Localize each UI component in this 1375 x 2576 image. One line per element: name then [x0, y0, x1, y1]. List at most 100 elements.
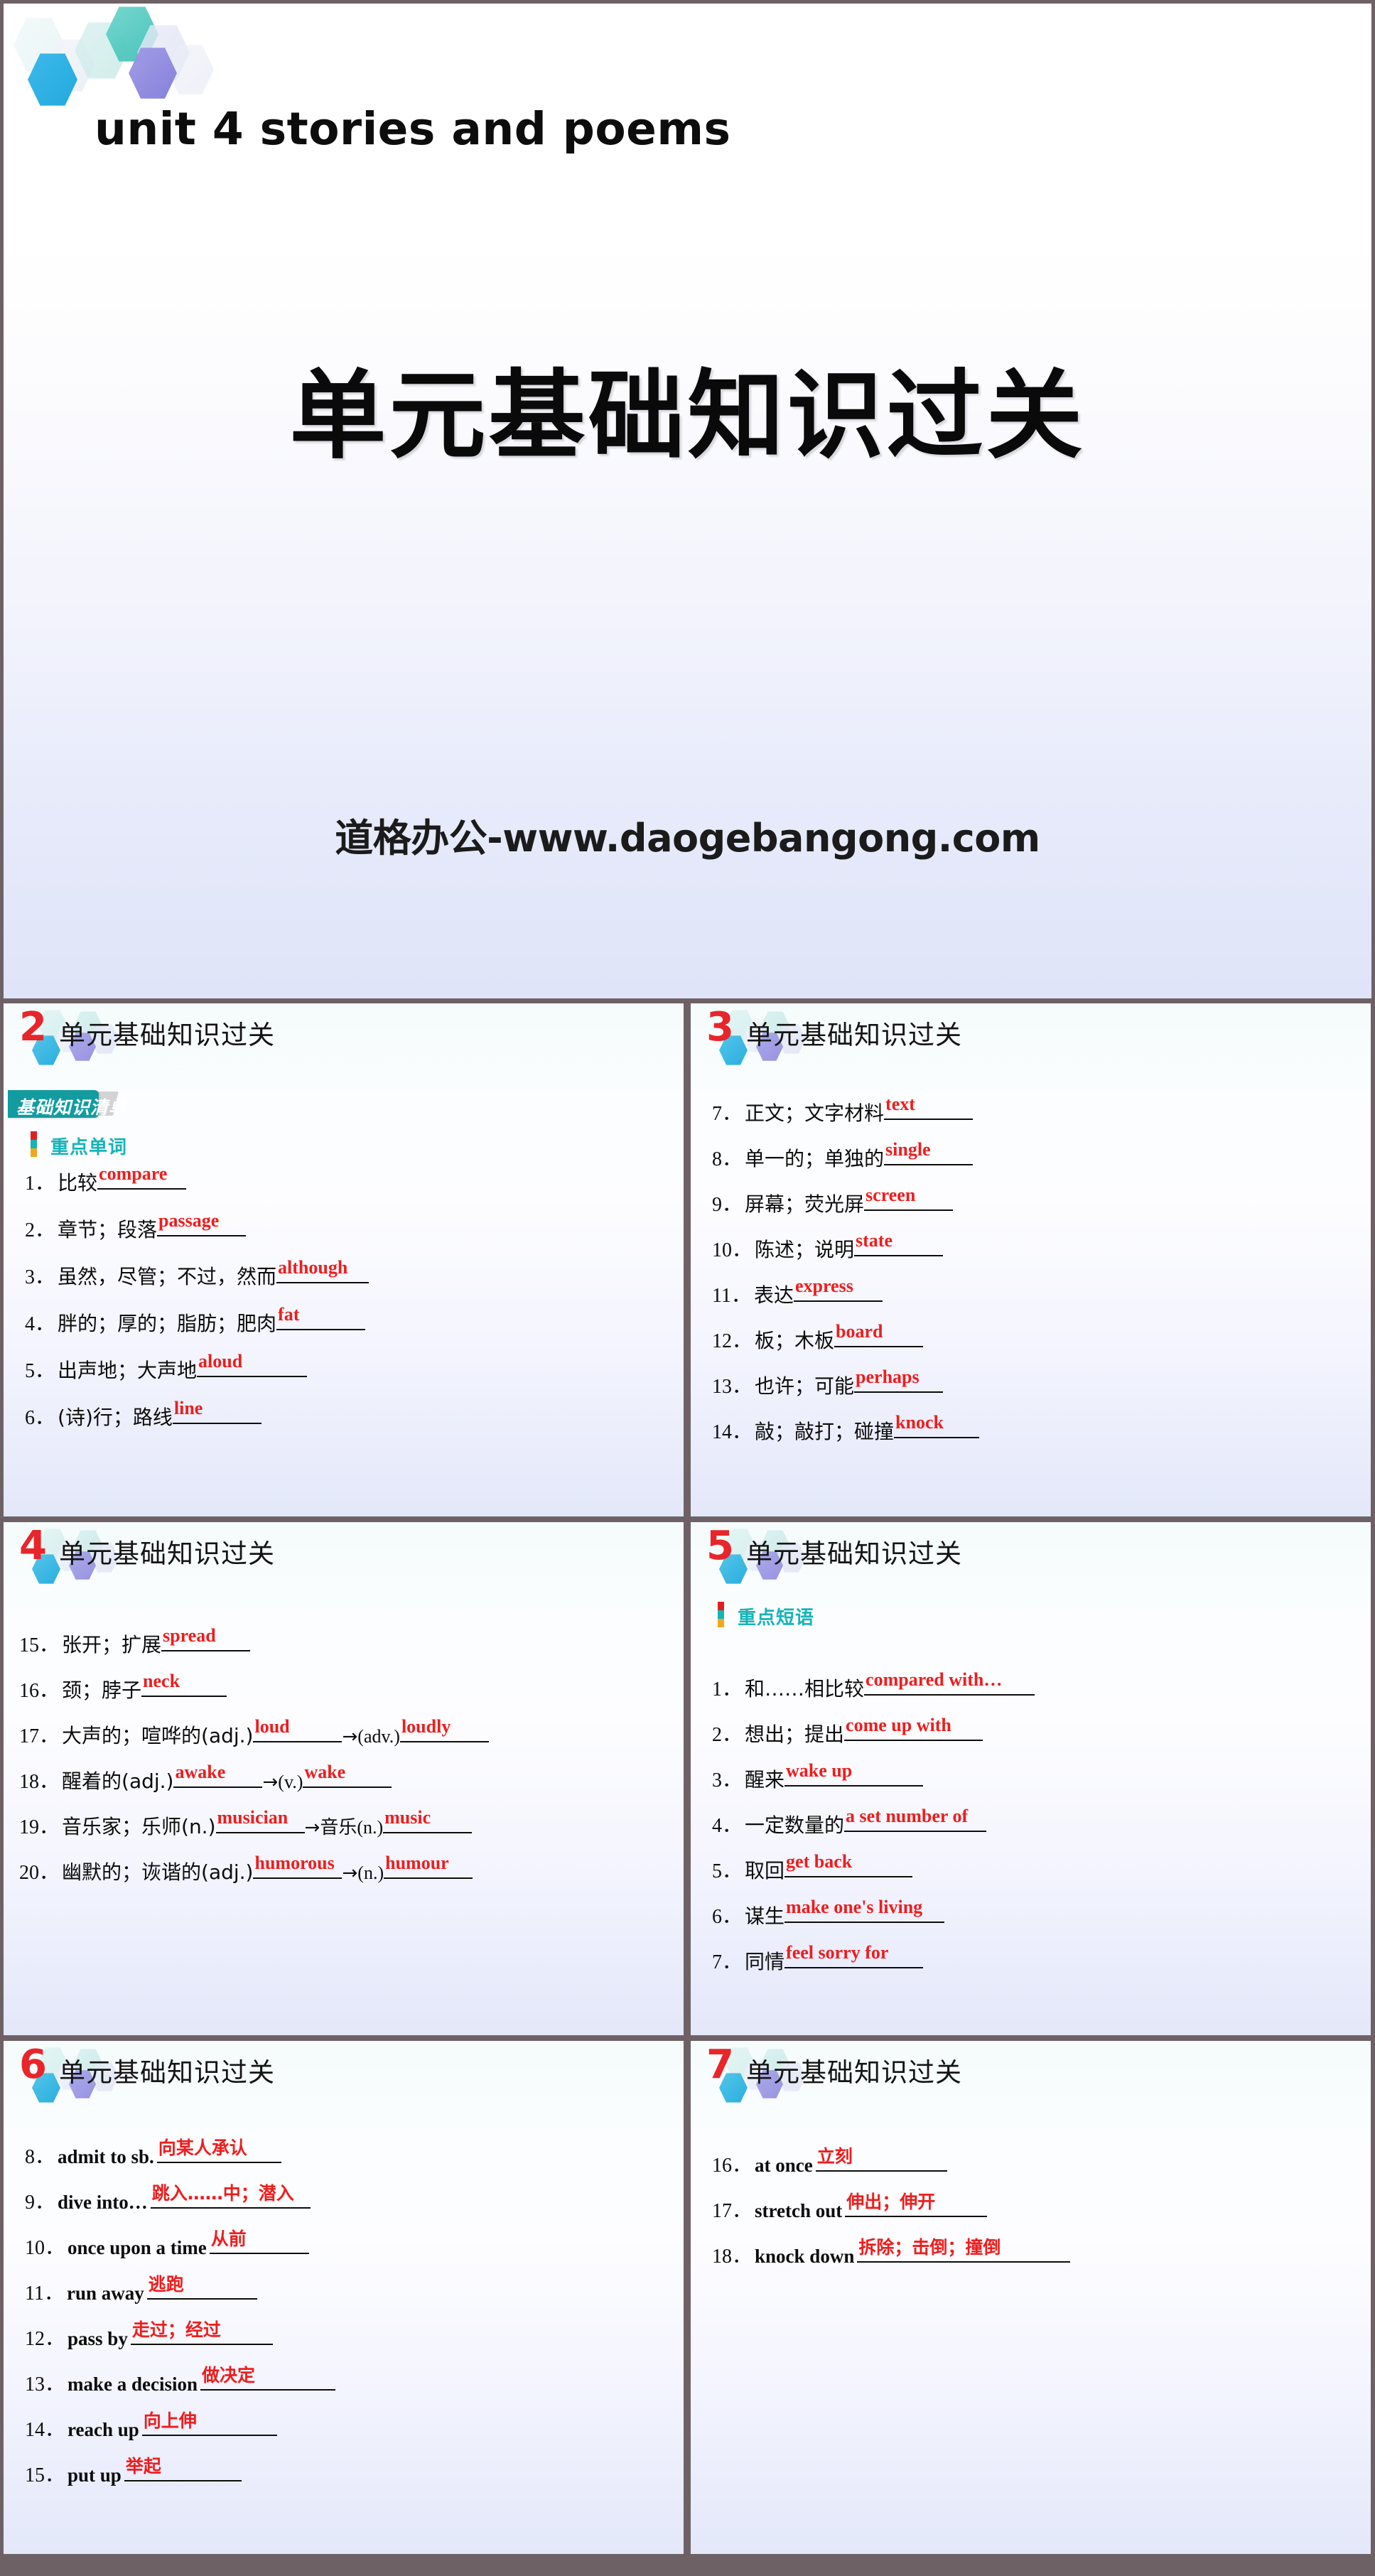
derivation-arrow: →: [304, 1817, 320, 1838]
answer-blank[interactable]: 走过；经过: [130, 2321, 273, 2345]
item-number: 16．: [19, 1680, 60, 1702]
part-of-speech: (v.): [278, 1772, 303, 1792]
answer-blank[interactable]: feel sorry for: [784, 1944, 924, 1968]
answer-blank[interactable]: board: [834, 1322, 924, 1347]
answer-blank[interactable]: text: [884, 1095, 974, 1120]
slide-panel-7[interactable]: 7 单元基础知识过关 16． at once 立刻 17． stretch out 伸…: [691, 2041, 1371, 2554]
answer-blank[interactable]: humour: [384, 1854, 473, 1879]
vocabulary-item: 13． 也许；可能 perhaps: [712, 1368, 944, 1399]
item-number: 7．: [712, 1951, 743, 1973]
answer-blank[interactable]: loud: [253, 1718, 343, 1742]
vocabulary-item: 5． 取回 get back: [712, 1853, 913, 1884]
item-english: make a decision: [68, 2373, 198, 2395]
item-number: 7．: [712, 1103, 743, 1125]
answer-blank[interactable]: awake: [173, 1763, 263, 1788]
item-number: 14．: [712, 1421, 753, 1443]
item-chinese: 章节；段落: [58, 1218, 158, 1241]
answer-blank[interactable]: aloud: [197, 1352, 308, 1377]
answer-blank[interactable]: humorous: [253, 1853, 343, 1879]
answer-blank[interactable]: a set number of: [844, 1807, 987, 1832]
item-number: 10．: [25, 2237, 65, 2259]
answer-blank[interactable]: 伸出；伸开: [845, 2193, 988, 2217]
slide-panel-5[interactable]: 5 单元基础知识过关 重点短语 1． 和……相比较 compared with… 2． 想…: [691, 1522, 1371, 2035]
vocabulary-item: 11． 表达 express: [712, 1276, 883, 1308]
answer-blank[interactable]: 逃跑: [146, 2274, 257, 2300]
item-chinese: 醒着的(adj.): [62, 1769, 174, 1793]
answer-text: 立刻: [816, 2146, 853, 2167]
section-color-bar: [31, 1131, 37, 1157]
answer-text: state: [856, 1230, 893, 1251]
vocabulary-item: 16． at once 立刻: [712, 2146, 947, 2178]
item-english: stretch out: [755, 2200, 843, 2221]
answer-blank[interactable]: 举起: [124, 2457, 242, 2481]
item-number: 19．: [19, 1816, 60, 1838]
panel-header: 7 单元基础知识过关: [691, 2041, 1371, 2119]
answer-blank[interactable]: wake up: [784, 1762, 924, 1787]
part-of-speech: (n.): [357, 1863, 384, 1883]
answer-blank[interactable]: musician: [215, 1809, 305, 1833]
vocabulary-item: 17． 大声的；喧哗的(adj.) loud →(adv.) loudly: [19, 1716, 489, 1749]
section-label: 重点短语: [738, 1607, 815, 1629]
answer-blank[interactable]: compare: [97, 1165, 187, 1190]
answer-text: loudly: [401, 1716, 451, 1737]
item-chinese: 也许；可能: [755, 1374, 855, 1398]
item-number: 8．: [712, 1148, 743, 1170]
slide-panel-3[interactable]: 3 单元基础知识过关 7． 正文；文字材料 text 8． 单一的；单独的 single 9…: [691, 1003, 1371, 1516]
answer-blank[interactable]: 向上伸: [141, 2412, 277, 2436]
item-number: 3．: [25, 1266, 55, 1288]
panel-title: 单元基础知识过关: [746, 1020, 962, 1050]
answer-blank[interactable]: music: [383, 1809, 473, 1833]
answer-blank[interactable]: express: [793, 1276, 883, 1302]
answer-blank[interactable]: perhaps: [854, 1368, 944, 1393]
part-of-speech: 音乐(n.): [320, 1817, 384, 1838]
answer-blank[interactable]: 拆除；击倒；撞倒: [857, 2238, 1071, 2263]
answer-blank[interactable]: wake: [303, 1763, 392, 1788]
answer-blank[interactable]: single: [884, 1139, 974, 1165]
answer-blank[interactable]: 跳入……中；潜入: [150, 2184, 311, 2209]
answer-text: humorous: [254, 1853, 335, 1873]
answer-text: express: [794, 1276, 853, 1296]
answer-blank[interactable]: loudly: [399, 1716, 489, 1742]
answer-blank[interactable]: line: [172, 1399, 261, 1424]
panel-title: 单元基础知识过关: [59, 1020, 275, 1050]
slide-chinese-title: 单元基础知识过关: [289, 360, 1086, 473]
item-number: 2．: [25, 1219, 55, 1241]
answer-blank[interactable]: make one's living: [784, 1898, 945, 1923]
item-english: dive into…: [58, 2192, 148, 2213]
answer-blank[interactable]: neck: [141, 1672, 227, 1697]
vocabulary-item: 17． stretch out 伸出；伸开: [712, 2193, 988, 2224]
answer-blank[interactable]: passage: [157, 1212, 247, 1236]
item-chinese: 表达: [753, 1283, 794, 1307]
answer-blank[interactable]: 做决定: [200, 2366, 336, 2391]
answer-blank[interactable]: 从前: [209, 2230, 309, 2254]
item-number: 18．: [712, 2246, 753, 2268]
item-chinese: 板；木板: [755, 1329, 835, 1352]
item-number: 8．: [25, 2146, 55, 2168]
answer-blank[interactable]: knock: [894, 1413, 980, 1438]
item-number: 2．: [712, 1724, 743, 1746]
answer-blank[interactable]: 向某人承认: [156, 2139, 281, 2163]
answer-blank[interactable]: although: [276, 1259, 370, 1283]
vocabulary-item: 18． 醒着的(adj.) awake →(v.) wake: [19, 1763, 392, 1794]
answer-text: 逃跑: [148, 2274, 184, 2295]
answer-text: single: [885, 1139, 931, 1160]
slide-panel-2[interactable]: 2 单元基础知识过关 基础知识清单 重点单词 1． 比较 compare 2． 章节；段落 p…: [4, 1003, 684, 1516]
answer-blank[interactable]: fat: [276, 1305, 366, 1330]
answer-blank[interactable]: 立刻: [815, 2146, 947, 2172]
slide-panel-6[interactable]: 6 单元基础知识过关 8． admit to sb. 向某人承认 9． dive in…: [4, 2041, 684, 2554]
item-chinese: 取回: [745, 1859, 785, 1882]
answer-blank[interactable]: screen: [864, 1186, 954, 1211]
panel-title: 单元基础知识过关: [59, 2057, 275, 2088]
slide-number: 5: [706, 1523, 734, 1569]
answer-blank[interactable]: compared with…: [864, 1671, 1035, 1696]
vocabulary-item: 7． 正文；文字材料 text: [712, 1095, 974, 1126]
item-chinese: 出声地；大声地: [58, 1359, 198, 1382]
answer-blank[interactable]: come up with: [844, 1716, 983, 1741]
item-english: once upon a time: [68, 2237, 207, 2258]
item-chinese: 单一的；单独的: [745, 1147, 885, 1170]
answer-blank[interactable]: get back: [784, 1853, 913, 1877]
slide-panel-4[interactable]: 4 单元基础知识过关 15． 张开；扩展 spread 16． 颈；脖子 neck 17． …: [4, 1522, 684, 2035]
answer-blank[interactable]: state: [854, 1230, 944, 1256]
item-number: 11．: [25, 2283, 64, 2305]
answer-blank[interactable]: spread: [161, 1627, 251, 1651]
